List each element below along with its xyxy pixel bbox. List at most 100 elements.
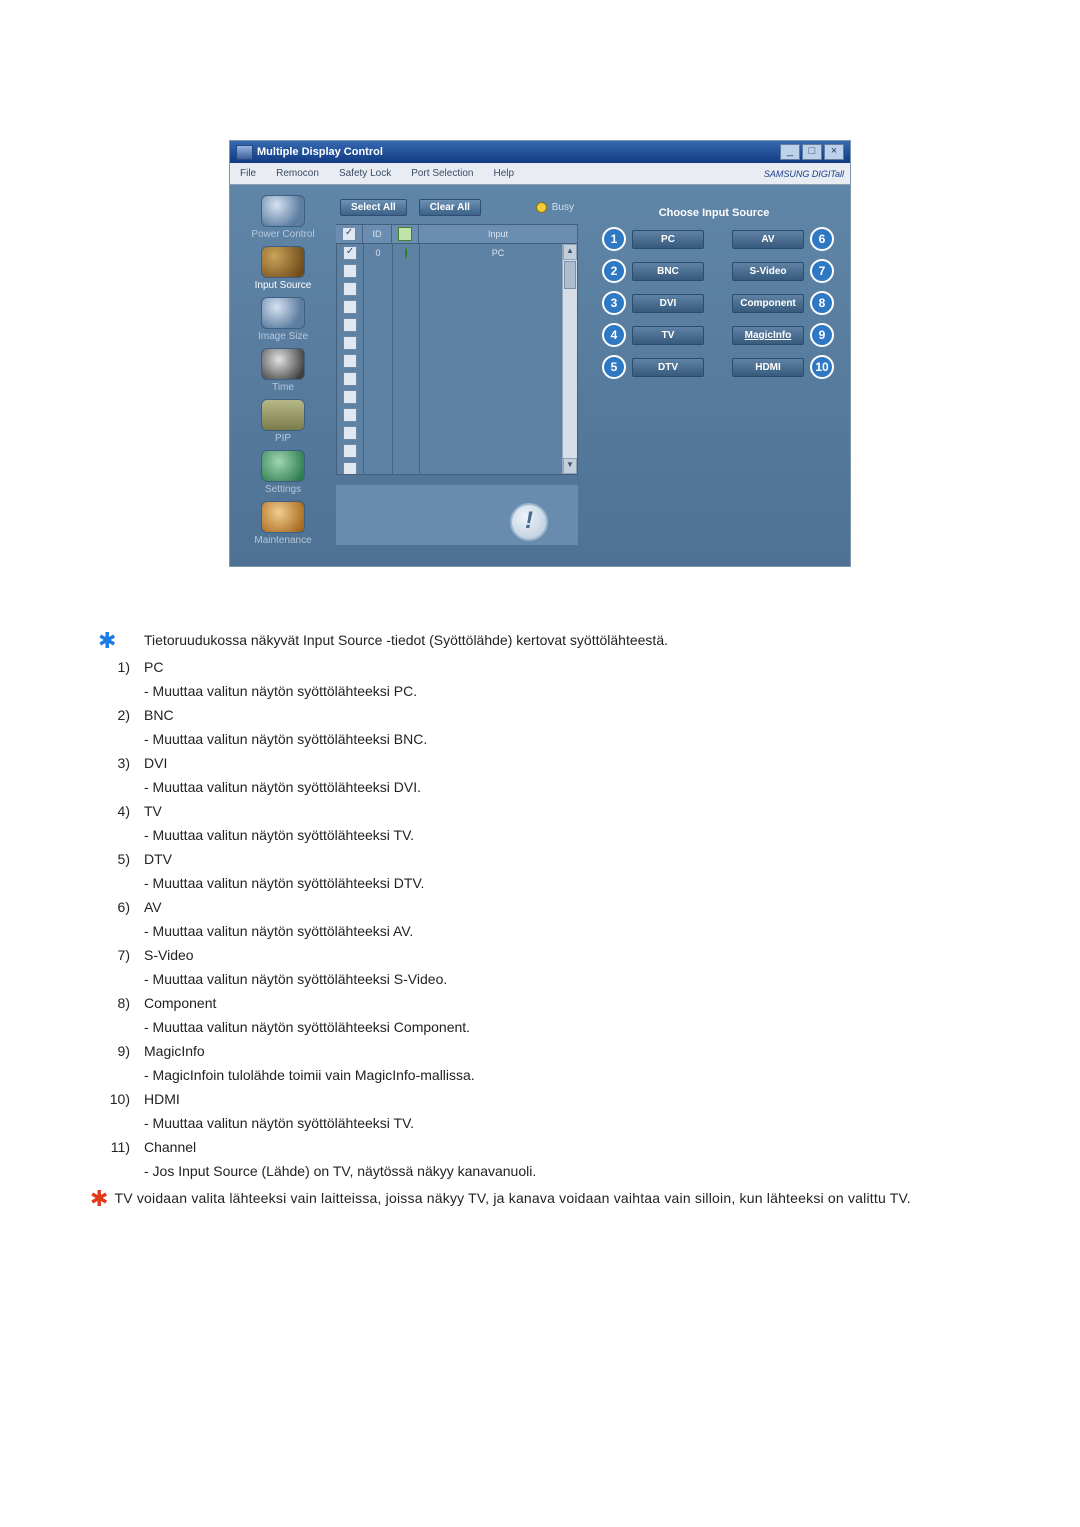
scroll-down-icon[interactable]: ▼ [563, 458, 577, 474]
scroll-thumb[interactable] [564, 261, 576, 289]
menu-safety-lock[interactable]: Safety Lock [329, 166, 401, 181]
nav-label: Settings [265, 484, 301, 495]
row-checkbox[interactable] [343, 462, 357, 475]
source-dtv-button[interactable]: DTV [632, 358, 704, 377]
source-hdmi-button[interactable]: HDMI [732, 358, 804, 377]
nav-maintenance[interactable]: Maintenance [240, 501, 326, 546]
row-id [364, 334, 393, 352]
row-checkbox[interactable] [343, 444, 357, 458]
source-component-button[interactable]: Component [732, 294, 804, 313]
source-dvi-button[interactable]: DVI [632, 294, 704, 313]
row-id [364, 460, 393, 475]
star-icon: ✱ [90, 1190, 114, 1208]
row-checkbox[interactable] [343, 282, 357, 296]
minimize-button[interactable]: _ [780, 144, 800, 160]
table-row[interactable] [337, 316, 577, 334]
number-badge: 6 [810, 227, 834, 251]
maximize-button[interactable]: □ [802, 144, 822, 160]
row-input [420, 460, 577, 475]
nav-pip[interactable]: PIP [240, 399, 326, 444]
row-id [364, 424, 393, 442]
image-size-icon [261, 297, 305, 329]
row-id [364, 262, 393, 280]
clear-all-button[interactable]: Clear All [419, 199, 481, 216]
nav-image-size[interactable]: Image Size [240, 297, 326, 342]
table-row[interactable] [337, 352, 577, 370]
close-button[interactable]: × [824, 144, 844, 160]
row-checkbox[interactable] [343, 408, 357, 422]
intro-text: Tietoruudukossa näkyvät Input Source -ti… [138, 629, 674, 654]
source-av-button[interactable]: AV [732, 230, 804, 249]
row-input [420, 442, 577, 460]
source-row: 4TV [602, 323, 704, 347]
source-s-video-button[interactable]: S-Video [732, 262, 804, 281]
select-all-button[interactable]: Select All [340, 199, 407, 216]
title-bar: Multiple Display Control _ □ × [230, 141, 850, 163]
row-checkbox[interactable] [343, 336, 357, 350]
col-lamp-icon [392, 225, 419, 243]
source-pc-button[interactable]: PC [632, 230, 704, 249]
window-title: Multiple Display Control [257, 146, 778, 158]
info-icon[interactable]: ! [510, 503, 548, 541]
table-row[interactable] [337, 442, 577, 460]
nav-settings[interactable]: Settings [240, 450, 326, 495]
busy-dot-icon [536, 202, 547, 213]
item-desc: - Muuttaa valitun näytön syöttölähteeksi… [138, 728, 674, 750]
item-term: AV [138, 896, 674, 918]
menu-port-selection[interactable]: Port Selection [401, 166, 483, 181]
bottom-strip: ! [336, 485, 578, 545]
table-row[interactable] [337, 370, 577, 388]
item-term: Component [138, 992, 674, 1014]
status-dot-icon [405, 247, 407, 259]
table-row[interactable] [337, 262, 577, 280]
scrollbar[interactable]: ▲ ▼ [562, 244, 577, 474]
row-checkbox[interactable] [343, 354, 357, 368]
row-input [420, 262, 577, 280]
col-checkbox-icon [336, 225, 363, 243]
table-row[interactable] [337, 298, 577, 316]
item-desc: - Muuttaa valitun näytön syöttölähteeksi… [138, 1016, 674, 1038]
item-term: S-Video [138, 944, 674, 966]
table-row[interactable] [337, 406, 577, 424]
row-checkbox[interactable] [343, 264, 357, 278]
row-checkbox[interactable] [343, 318, 357, 332]
input-source-icon [261, 246, 305, 278]
number-badge: 3 [602, 291, 626, 315]
table-row[interactable]: 0PC [337, 244, 577, 262]
row-input [420, 424, 577, 442]
source-tv-button[interactable]: TV [632, 326, 704, 345]
menu-help[interactable]: Help [483, 166, 524, 181]
source-row: MagicInfo9 [732, 323, 834, 347]
item-number: 2) [92, 704, 136, 726]
source-magicinfo-button[interactable]: MagicInfo [732, 326, 804, 345]
table-row[interactable] [337, 334, 577, 352]
row-checkbox[interactable] [343, 246, 357, 260]
row-checkbox[interactable] [343, 300, 357, 314]
table-row[interactable] [337, 280, 577, 298]
grid-panel: Select All Clear All Busy ID Input 0PC [336, 195, 578, 552]
app-window: Multiple Display Control _ □ × File Remo… [229, 140, 851, 567]
source-bnc-button[interactable]: BNC [632, 262, 704, 281]
item-desc: - Muuttaa valitun näytön syöttölähteeksi… [138, 872, 674, 894]
menu-file[interactable]: File [230, 166, 266, 181]
row-checkbox[interactable] [343, 372, 357, 386]
nav-sidebar: Power Control Input Source Image Size Ti… [240, 195, 326, 552]
table-row[interactable] [337, 388, 577, 406]
item-term: HDMI [138, 1088, 674, 1110]
table-row[interactable] [337, 460, 577, 475]
nav-time[interactable]: Time [240, 348, 326, 393]
menu-remocon[interactable]: Remocon [266, 166, 329, 181]
row-checkbox[interactable] [343, 390, 357, 404]
nav-power-control[interactable]: Power Control [240, 195, 326, 240]
row-input [420, 316, 577, 334]
item-number: 10) [92, 1088, 136, 1110]
document-body: ✱ Tietoruudukossa näkyvät Input Source -… [90, 627, 990, 1208]
source-panel: Choose Input Source 1PC2BNC3DVI4TV5DTV A… [588, 195, 840, 552]
row-checkbox[interactable] [343, 426, 357, 440]
scroll-up-icon[interactable]: ▲ [563, 244, 577, 260]
nav-input-source[interactable]: Input Source [240, 246, 326, 291]
row-id: 0 [364, 244, 393, 262]
table-row[interactable] [337, 424, 577, 442]
nav-label: Image Size [258, 331, 308, 342]
item-desc: - Muuttaa valitun näytön syöttölähteeksi… [138, 776, 674, 798]
